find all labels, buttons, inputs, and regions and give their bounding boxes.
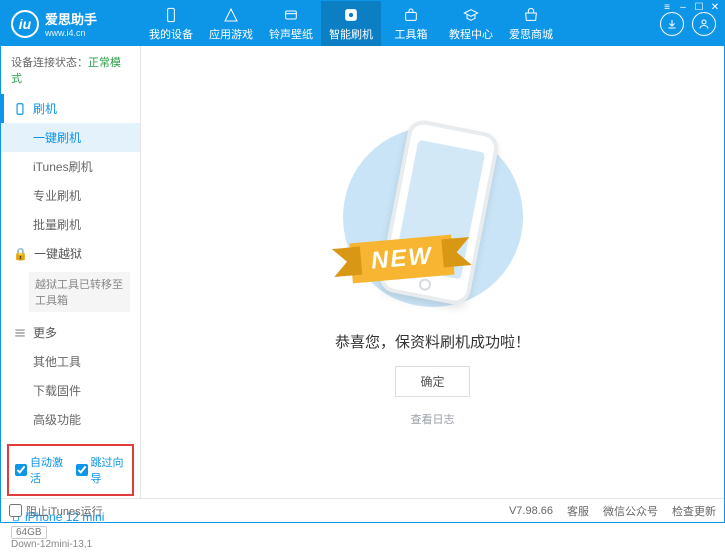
nav-tutorial[interactable]: 教程中心 [441,1,501,46]
nav-my-device[interactable]: 我的设备 [141,1,201,46]
sidebar: 设备连接状态：正常模式 刷机 一键刷机 iTunes刷机 专业刷机 批量刷机 🔒… [1,46,141,498]
app-window: ≡ – ☐ ✕ iu 爱思助手 www.i4.cn 我的设备 应用游戏 铃声壁纸… [0,0,725,523]
ok-button[interactable]: 确定 [395,366,469,397]
sidebar-item-itunes-flash[interactable]: iTunes刷机 [1,152,140,181]
checkbox-skip-wizard[interactable]: 跳过向导 [76,454,127,486]
success-illustration: NEW [333,117,533,317]
lock-icon: 🔒 [13,247,28,261]
title-bar: iu 爱思助手 www.i4.cn 我的设备 应用游戏 铃声壁纸 智能刷机 工具… [1,1,724,46]
user-icon[interactable] [692,12,716,36]
checkbox-auto-activate[interactable]: 自动激活 [15,454,66,486]
main-panel: NEW 恭喜您，保资料刷机成功啦！ 确定 查看日志 [141,46,724,498]
sidebar-item-batch-flash[interactable]: 批量刷机 [1,210,140,239]
nav-ringtones[interactable]: 铃声壁纸 [261,1,321,46]
footer-link-update[interactable]: 检查更新 [672,503,716,519]
sidebar-item-other-tools[interactable]: 其他工具 [1,347,140,376]
main-nav: 我的设备 应用游戏 铃声壁纸 智能刷机 工具箱 教程中心 爱思商城 [141,1,660,46]
nav-toolbox[interactable]: 工具箱 [381,1,441,46]
nav-smart-flash[interactable]: 智能刷机 [321,1,381,46]
max-icon[interactable]: ☐ [691,0,707,14]
body: 设备连接状态：正常模式 刷机 一键刷机 iTunes刷机 专业刷机 批量刷机 🔒… [1,46,724,498]
nav-apps-games[interactable]: 应用游戏 [201,1,261,46]
footer: 阻止iTunes运行 V7.98.66 客服 微信公众号 检查更新 [1,498,724,522]
window-controls: ≡ – ☐ ✕ [659,0,723,14]
footer-version: V7.98.66 [509,505,553,517]
sidebar-item-advanced[interactable]: 高级功能 [1,405,140,434]
device-status: 设备连接状态：正常模式 [1,46,140,94]
logo-area: iu 爱思助手 www.i4.cn [1,9,141,38]
device-storage-badge: 64GB [11,526,47,539]
sidebar-item-oneclick-flash[interactable]: 一键刷机 [1,123,140,152]
success-message: 恭喜您，保资料刷机成功啦！ [335,331,530,352]
menu-icon[interactable]: ≡ [659,0,675,14]
footer-link-support[interactable]: 客服 [567,503,589,519]
sidebar-head-more[interactable]: 更多 [1,318,140,347]
sidebar-head-jailbreak[interactable]: 🔒 一键越狱 [1,239,140,268]
close-icon[interactable]: ✕ [707,0,723,14]
checkbox-block-itunes[interactable]: 阻止iTunes运行 [9,503,103,519]
sidebar-item-pro-flash[interactable]: 专业刷机 [1,181,140,210]
jailbreak-note: 越狱工具已转移至工具箱 [29,272,130,312]
app-title: 爱思助手 [45,9,97,28]
title-right [660,12,724,36]
download-icon[interactable] [660,12,684,36]
logo-icon: iu [11,10,39,38]
app-url: www.i4.cn [45,28,97,38]
min-icon[interactable]: – [675,0,691,14]
device-variant: Down-12mini-13,1 [11,539,130,550]
view-log-link[interactable]: 查看日志 [411,411,455,427]
options-box: 自动激活 跳过向导 [7,444,134,496]
sidebar-item-download-fw[interactable]: 下载固件 [1,376,140,405]
footer-link-wechat[interactable]: 微信公众号 [603,503,658,519]
nav-store[interactable]: 爱思商城 [501,1,561,46]
sidebar-head-flash[interactable]: 刷机 [1,94,140,123]
